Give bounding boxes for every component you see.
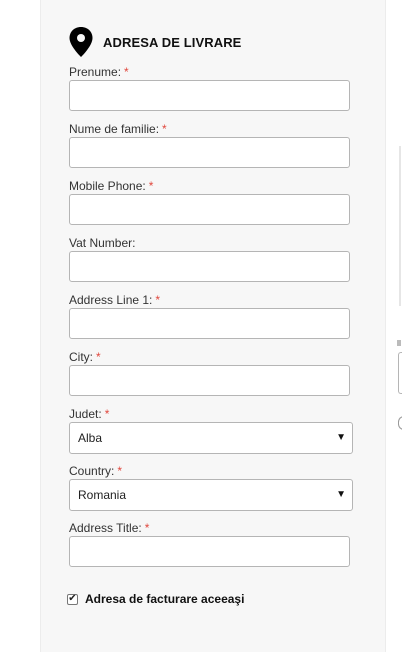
field-country: Country: * Romania ▼ <box>69 464 354 511</box>
same-billing-address-row[interactable]: ✔ Adresa de facturare aceeaşi <box>67 592 244 606</box>
country-selected-value: Romania <box>78 488 127 502</box>
dropdown-arrow-icon: ▼ <box>336 489 346 500</box>
first-name-input[interactable] <box>69 80 350 111</box>
county-select[interactable]: Alba ▼ <box>69 422 353 454</box>
city-label: City: <box>69 350 93 364</box>
shipping-address-panel: ADRESA DE LIVRARE Prenume: * Nume de fami… <box>40 0 386 652</box>
section-title: ADRESA DE LIVRARE <box>103 34 242 50</box>
field-mobile-phone: Mobile Phone: * <box>69 179 354 225</box>
adjacent-panel-edge <box>399 146 401 306</box>
field-county: Judet: * Alba ▼ <box>69 407 354 454</box>
address-title-label: Address Title: <box>69 521 142 535</box>
same-billing-checkbox[interactable]: ✔ <box>67 593 78 605</box>
required-mark: * <box>155 293 161 307</box>
same-billing-label: Adresa de facturare aceeaşi <box>85 592 245 606</box>
required-mark: * <box>144 521 150 535</box>
checkmark-icon: ✔ <box>68 593 77 604</box>
address-title-input[interactable] <box>69 536 350 567</box>
required-mark: * <box>104 407 110 421</box>
city-input[interactable] <box>69 365 350 396</box>
county-label: Judet: <box>69 407 102 421</box>
mobile-phone-label: Mobile Phone: <box>69 179 146 193</box>
required-mark: * <box>96 350 101 364</box>
required-mark: * <box>162 122 167 136</box>
adjacent-radio-edge <box>398 416 402 430</box>
required-mark: * <box>148 179 154 193</box>
section-header: ADRESA DE LIVRARE <box>68 26 241 58</box>
field-last-name: Nume de familie: * <box>69 122 354 168</box>
first-name-label: Prenume: <box>69 65 122 79</box>
last-name-input[interactable] <box>69 137 350 168</box>
county-selected-value: Alba <box>78 431 103 445</box>
adjacent-fragment <box>397 340 401 346</box>
address-line-1-input[interactable] <box>69 308 350 339</box>
country-label: Country: <box>69 464 115 478</box>
field-vat-number: Vat Number: <box>69 236 354 282</box>
field-address-title: Address Title: * <box>69 521 354 567</box>
required-mark: * <box>117 464 123 478</box>
vat-number-input[interactable] <box>69 251 350 282</box>
field-city: City: * <box>69 350 354 396</box>
field-first-name: Prenume: * <box>69 65 354 111</box>
mobile-phone-input[interactable] <box>69 194 350 225</box>
field-address-line-1: Address Line 1: * <box>69 293 354 339</box>
map-pin-icon <box>68 26 94 58</box>
dropdown-arrow-icon: ▼ <box>336 432 346 443</box>
adjacent-input-edge <box>398 352 402 394</box>
vat-number-label: Vat Number: <box>69 236 136 250</box>
last-name-label: Nume de familie: <box>69 122 160 136</box>
address-line-1-label: Address Line 1: <box>69 293 153 307</box>
required-mark: * <box>124 65 129 79</box>
country-select[interactable]: Romania ▼ <box>69 479 353 511</box>
